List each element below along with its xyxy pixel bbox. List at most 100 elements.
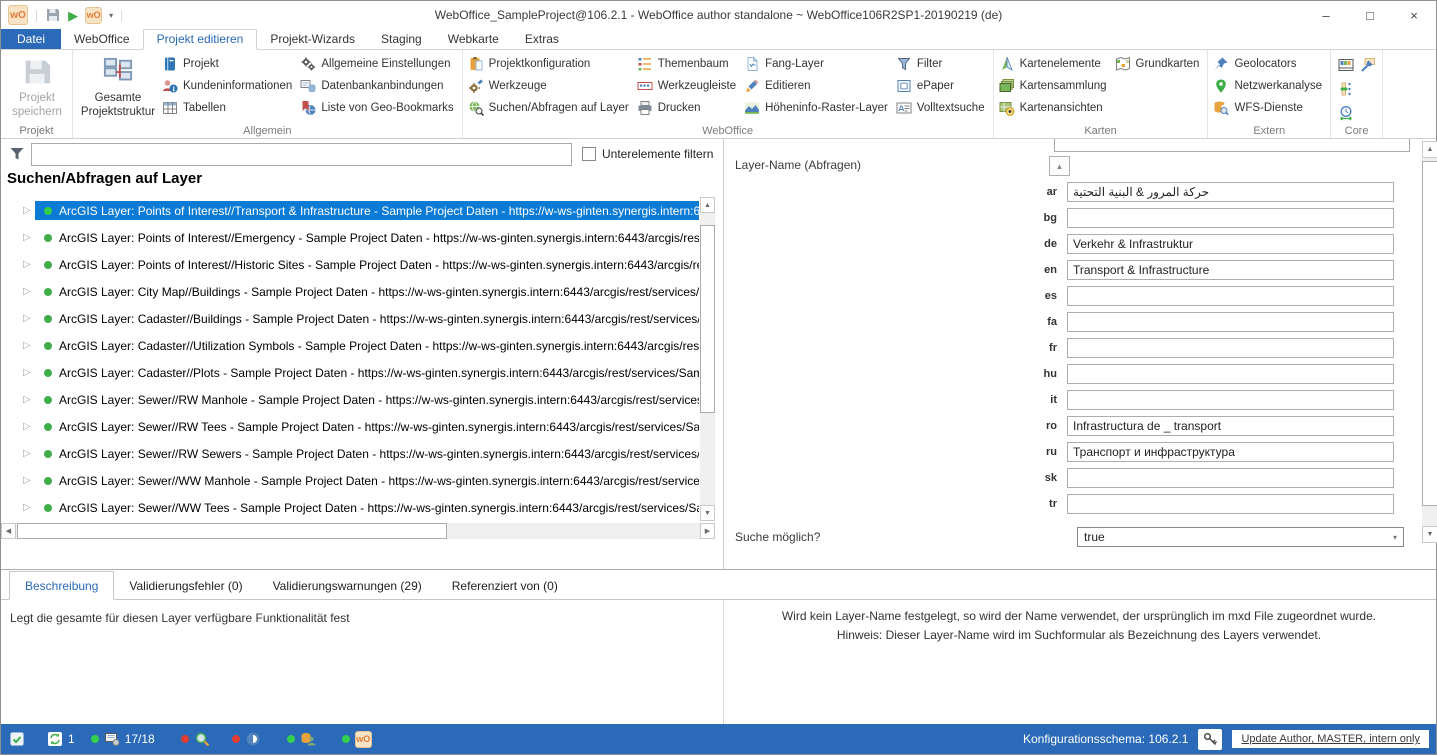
tab-datei[interactable]: Datei [1, 29, 61, 50]
ribbon-item-grundkarten[interactable]: Grundkarten [1113, 53, 1206, 75]
scrollbar-thumb[interactable] [700, 225, 715, 413]
tree-horizontal-scrollbar[interactable]: ◀ ▶ [1, 523, 715, 539]
layer-name-input[interactable] [1067, 416, 1394, 436]
layer-name-input[interactable] [1067, 260, 1394, 280]
ribbon-item-werkzeuge[interactable]: Werkzeuge [466, 75, 635, 97]
tree-row-body[interactable]: ArcGIS Layer: Sewer//RW Sewers - Sample … [35, 444, 699, 463]
ribbon-item-allgemeine-einstellungen[interactable]: Allgemeine Einstellungen [298, 53, 459, 75]
tree-row[interactable]: ▷ ArcGIS Layer: Points of Interest//Tran… [1, 197, 699, 224]
gesamte-projektstruktur-button[interactable]: Gesamte Projektstruktur [76, 53, 160, 120]
tree-row-body[interactable]: ArcGIS Layer: Cadaster//Utilization Symb… [35, 336, 699, 355]
ribbon-item-datenbankanbindungen[interactable]: Datenbankanbindungen [298, 75, 459, 97]
tree-row-body[interactable]: ArcGIS Layer: Sewer//WW Tees - Sample Pr… [35, 498, 699, 517]
ribbon-item-themenbaum[interactable]: Themenbaum [635, 53, 742, 75]
tab-staging[interactable]: Staging [368, 29, 435, 50]
scroll-down-icon[interactable]: ▼ [700, 505, 715, 521]
close-button[interactable]: × [1392, 2, 1436, 29]
ribbon-item-filter[interactable]: Filter [894, 53, 991, 75]
ribbon-item-kartenelemente[interactable]: Kartenelemente [997, 53, 1113, 75]
tab-weboffice[interactable]: WebOffice [61, 29, 143, 50]
core-spacing-icon[interactable] [1338, 81, 1354, 97]
tree-row[interactable]: ▷ ArcGIS Layer: Sewer//WW Manhole - Samp… [1, 467, 699, 494]
core-wrench-icon[interactable] [1360, 57, 1376, 73]
ribbon-item-suchen-abfragen[interactable]: Suchen/Abfragen auf Layer [466, 97, 635, 119]
expand-arrow-icon[interactable]: ▷ [23, 313, 35, 324]
expand-arrow-icon[interactable]: ▷ [23, 448, 35, 459]
ribbon-item-tabellen[interactable]: Tabellen [160, 97, 298, 119]
layer-name-input[interactable] [1067, 364, 1394, 384]
tab-beschreibung[interactable]: Beschreibung [9, 571, 114, 600]
layer-name-input[interactable] [1067, 494, 1394, 514]
ribbon-item-editieren[interactable]: Editieren [742, 75, 894, 97]
tree-row-body[interactable]: ArcGIS Layer: Points of Interest//Transp… [35, 201, 699, 220]
ribbon-item-kundeninformationen[interactable]: Kundeninformationen [160, 75, 298, 97]
ribbon-item-wfs-dienste[interactable]: WFS-Dienste [1211, 97, 1328, 119]
tree-row[interactable]: ▷ ArcGIS Layer: Cadaster//Buildings - Sa… [1, 305, 699, 332]
expand-arrow-icon[interactable]: ▷ [23, 421, 35, 432]
layer-name-input[interactable] [1067, 182, 1394, 202]
expand-arrow-icon[interactable]: ▷ [23, 205, 35, 216]
scroll-down-icon[interactable]: ▼ [1422, 526, 1437, 543]
unterelemente-filtern-checkbox[interactable] [582, 147, 596, 161]
scrollbar-thumb[interactable] [17, 523, 447, 539]
scroll-up-icon[interactable]: ▲ [700, 197, 715, 213]
suche-moeglich-dropdown[interactable]: true ▾ [1077, 527, 1404, 547]
tree-row[interactable]: ▷ ArcGIS Layer: Sewer//RW Sewers - Sampl… [1, 440, 699, 467]
ribbon-item-netzwerkanalyse[interactable]: Netzwerkanalyse [1211, 75, 1328, 97]
tab-extras[interactable]: Extras [512, 29, 572, 50]
expand-arrow-icon[interactable]: ▷ [23, 286, 35, 297]
ribbon-item-volltextsuche[interactable]: Volltextsuche [894, 97, 991, 119]
ribbon-item-werkzeugleiste[interactable]: Werkzeugleiste [635, 75, 742, 97]
ribbon-item-projektkonfiguration[interactable]: Projektkonfiguration [466, 53, 635, 75]
tree-row[interactable]: ▷ ArcGIS Layer: Sewer//WW Tees - Sample … [1, 494, 699, 521]
tree-row-body[interactable]: ArcGIS Layer: Cadaster//Buildings - Samp… [35, 309, 699, 328]
ribbon-item-kartensammlung[interactable]: Kartensammlung [997, 75, 1113, 97]
expand-arrow-icon[interactable]: ▷ [23, 502, 35, 513]
scroll-right-icon[interactable]: ▶ [700, 523, 715, 539]
ribbon-item-geolocators[interactable]: Geolocators [1211, 53, 1328, 75]
tree-row-body[interactable]: ArcGIS Layer: Sewer//RW Tees - Sample Pr… [35, 417, 699, 436]
panel-vertical-scrollbar[interactable]: ▲ ▼ [1422, 141, 1437, 543]
layer-name-input[interactable] [1067, 468, 1394, 488]
tree-row[interactable]: ▷ ArcGIS Layer: City Map//Buildings - Sa… [1, 278, 699, 305]
layer-name-input[interactable] [1067, 442, 1394, 462]
layer-name-input[interactable] [1067, 338, 1394, 358]
tab-webkarte[interactable]: Webkarte [435, 29, 512, 50]
update-info-button[interactable]: Update Author, MASTER, intern only [1232, 730, 1429, 748]
scroll-left-icon[interactable]: ◀ [1, 523, 16, 539]
tree-row[interactable]: ▷ ArcGIS Layer: Cadaster//Utilization Sy… [1, 332, 699, 359]
ribbon-item-projekt[interactable]: Projekt [160, 53, 298, 75]
tree-row-body[interactable]: ArcGIS Layer: Points of Interest//Emerge… [35, 228, 699, 247]
tree-row-body[interactable]: ArcGIS Layer: Cadaster//Plots - Sample P… [35, 363, 699, 382]
expand-arrow-icon[interactable]: ▷ [23, 259, 35, 270]
ribbon-item-fang-layer[interactable]: Fang-Layer [742, 53, 894, 75]
tree-row[interactable]: ▷ ArcGIS Layer: Points of Interest//Hist… [1, 251, 699, 278]
ribbon-item-drucken[interactable]: Drucken [635, 97, 742, 119]
layer-name-input[interactable] [1067, 312, 1394, 332]
tree-row-body[interactable]: ArcGIS Layer: Sewer//RW Manhole - Sample… [35, 390, 699, 409]
tree-row[interactable]: ▷ ArcGIS Layer: Cadaster//Plots - Sample… [1, 359, 699, 386]
tab-projekt-editieren[interactable]: Projekt editieren [143, 29, 258, 50]
tree-row-body[interactable]: ArcGIS Layer: Points of Interest//Histor… [35, 255, 699, 274]
tab-validierungsfehler[interactable]: Validierungsfehler (0) [114, 572, 257, 599]
ribbon-item-kartenansichten[interactable]: Kartenansichten [997, 97, 1113, 119]
tree-row[interactable]: ▷ ArcGIS Layer: Sewer//RW Tees - Sample … [1, 413, 699, 440]
tab-referenziert-von[interactable]: Referenziert von (0) [437, 572, 573, 599]
keys-button[interactable] [1198, 729, 1222, 750]
expand-arrow-icon[interactable]: ▷ [23, 340, 35, 351]
ribbon-item-hoeheninfo[interactable]: Höheninfo-Raster-Layer [742, 97, 894, 119]
ribbon-item-geo-bookmarks[interactable]: Liste von Geo-Bookmarks [298, 97, 459, 119]
ribbon-item-epaper[interactable]: ePaper [894, 75, 991, 97]
scroll-up-icon[interactable]: ▲ [1422, 141, 1437, 158]
tree-row[interactable]: ▷ ArcGIS Layer: Points of Interest//Emer… [1, 224, 699, 251]
tree-row-body[interactable]: ArcGIS Layer: City Map//Buildings - Samp… [35, 282, 699, 301]
quick-access-dropdown-icon[interactable]: ▾ [109, 11, 113, 20]
filter-input[interactable] [31, 143, 572, 166]
expand-arrow-icon[interactable]: ▷ [23, 394, 35, 405]
core-window-icon[interactable] [1338, 57, 1354, 73]
minimize-button[interactable]: – [1304, 2, 1348, 29]
collapse-button[interactable]: ▲ [1049, 156, 1070, 176]
core-scheduler-icon[interactable] [1338, 105, 1354, 121]
tab-validierungswarnungen[interactable]: Validierungswarnungen (29) [258, 572, 437, 599]
layer-name-input[interactable] [1067, 208, 1394, 228]
